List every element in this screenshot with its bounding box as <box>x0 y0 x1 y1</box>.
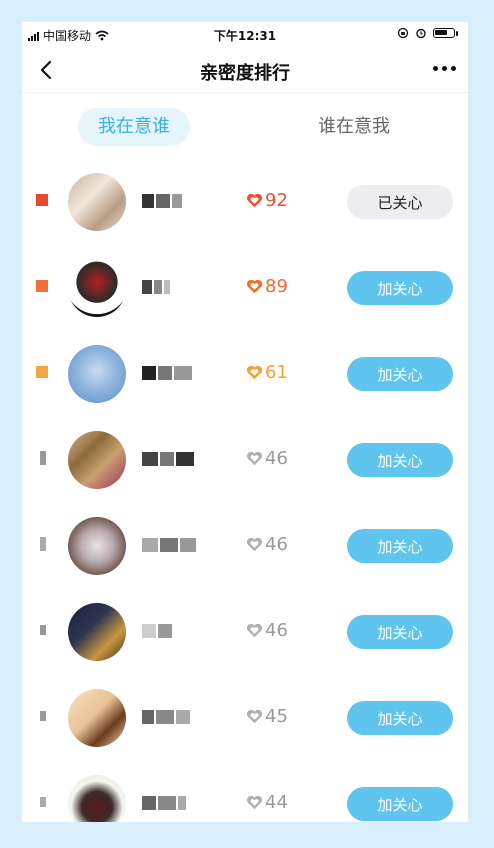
more-options-button[interactable] <box>433 66 456 71</box>
ranking-row[interactable]: 45 加关心 <box>22 676 468 762</box>
score-value: 45 <box>265 706 288 727</box>
ranking-row[interactable]: 44 加关心 <box>22 762 468 822</box>
follow-button[interactable]: 加关心 <box>347 529 453 563</box>
intimacy-score: 44 <box>246 792 288 813</box>
score-value: 89 <box>265 276 288 297</box>
avatar[interactable] <box>68 259 126 317</box>
rank-badge-icon <box>40 625 46 635</box>
status-bar: 中国移动 下午12:31 <box>22 22 468 48</box>
ranking-row[interactable]: 92 已关心 <box>22 160 468 246</box>
ranking-row[interactable]: 46 加关心 <box>22 590 468 676</box>
heart-filled-icon <box>246 279 263 294</box>
score-value: 46 <box>265 448 288 469</box>
follow-button[interactable]: 加关心 <box>347 357 453 391</box>
intimacy-score: 89 <box>246 276 288 297</box>
rank-badge-icon <box>36 366 48 378</box>
follow-button[interactable]: 加关心 <box>347 443 453 477</box>
blurred-username <box>142 452 200 468</box>
rank-badge-icon <box>40 711 46 721</box>
status-right <box>397 27 458 39</box>
ranking-list: 92 已关心 89 加关心 61 加关心 46 加关心 46 加关心 46 加关… <box>22 160 468 822</box>
follow-button[interactable]: 加关心 <box>347 787 453 821</box>
score-value: 46 <box>265 620 288 641</box>
rank-badge-icon <box>40 797 46 807</box>
rank-badge-icon <box>40 537 46 551</box>
score-value: 92 <box>265 190 288 211</box>
rank-badge-icon <box>40 451 46 465</box>
blurred-username <box>142 366 200 382</box>
heart-filled-icon <box>246 365 263 380</box>
rank-badge-icon <box>36 280 48 292</box>
avatar[interactable] <box>68 775 126 822</box>
more-dot-icon <box>433 66 438 71</box>
blurred-username <box>142 624 200 640</box>
blurred-username <box>142 280 200 296</box>
blurred-username <box>142 538 200 554</box>
more-dot-icon <box>442 66 447 71</box>
avatar[interactable] <box>68 431 126 489</box>
ranking-row[interactable]: 46 加关心 <box>22 504 468 590</box>
intimacy-score: 45 <box>246 706 288 727</box>
alarm-icon <box>416 28 426 39</box>
avatar[interactable] <box>68 689 126 747</box>
blurred-username <box>142 710 200 726</box>
blurred-username <box>142 194 200 210</box>
followed-button[interactable]: 已关心 <box>347 185 453 219</box>
heart-filled-icon <box>246 193 263 208</box>
page-title: 亲密度排行 <box>200 63 290 84</box>
follow-button[interactable]: 加关心 <box>347 701 453 735</box>
follow-button[interactable]: 加关心 <box>347 615 453 649</box>
avatar[interactable] <box>68 603 126 661</box>
avatar[interactable] <box>68 517 126 575</box>
heart-outline-icon <box>246 709 263 724</box>
blurred-username <box>142 796 200 812</box>
more-dot-icon <box>451 66 456 71</box>
avatar[interactable] <box>68 173 126 231</box>
ranking-row[interactable]: 89 加关心 <box>22 246 468 332</box>
score-value: 46 <box>265 534 288 555</box>
intimacy-score: 46 <box>246 534 288 555</box>
heart-outline-icon <box>246 623 263 638</box>
intimacy-score: 61 <box>246 362 288 383</box>
tab-who-cares-about-me[interactable]: 谁在意我 <box>298 108 410 146</box>
heart-outline-icon <box>246 537 263 552</box>
navigation-bar: 亲密度排行 <box>22 48 468 93</box>
rank-badge-icon <box>36 194 48 206</box>
follow-button[interactable]: 加关心 <box>347 271 453 305</box>
avatar[interactable] <box>68 345 126 403</box>
heart-outline-icon <box>246 795 263 810</box>
phone-screen: 中国移动 下午12:31 亲密度排行 我在意谁 谁在意我 92 已关心 89 加… <box>22 22 468 822</box>
score-value: 61 <box>265 362 288 383</box>
score-value: 44 <box>265 792 288 813</box>
intimacy-score: 46 <box>246 448 288 469</box>
ranking-row[interactable]: 61 加关心 <box>22 332 468 418</box>
tab-bar: 我在意谁 谁在意我 <box>22 106 468 148</box>
battery-icon <box>433 28 455 38</box>
ranking-row[interactable]: 46 加关心 <box>22 418 468 504</box>
heart-outline-icon <box>246 451 263 466</box>
intimacy-score: 92 <box>246 190 288 211</box>
tab-i-care-about[interactable]: 我在意谁 <box>78 108 190 146</box>
intimacy-score: 46 <box>246 620 288 641</box>
orientation-lock-icon <box>397 27 409 39</box>
